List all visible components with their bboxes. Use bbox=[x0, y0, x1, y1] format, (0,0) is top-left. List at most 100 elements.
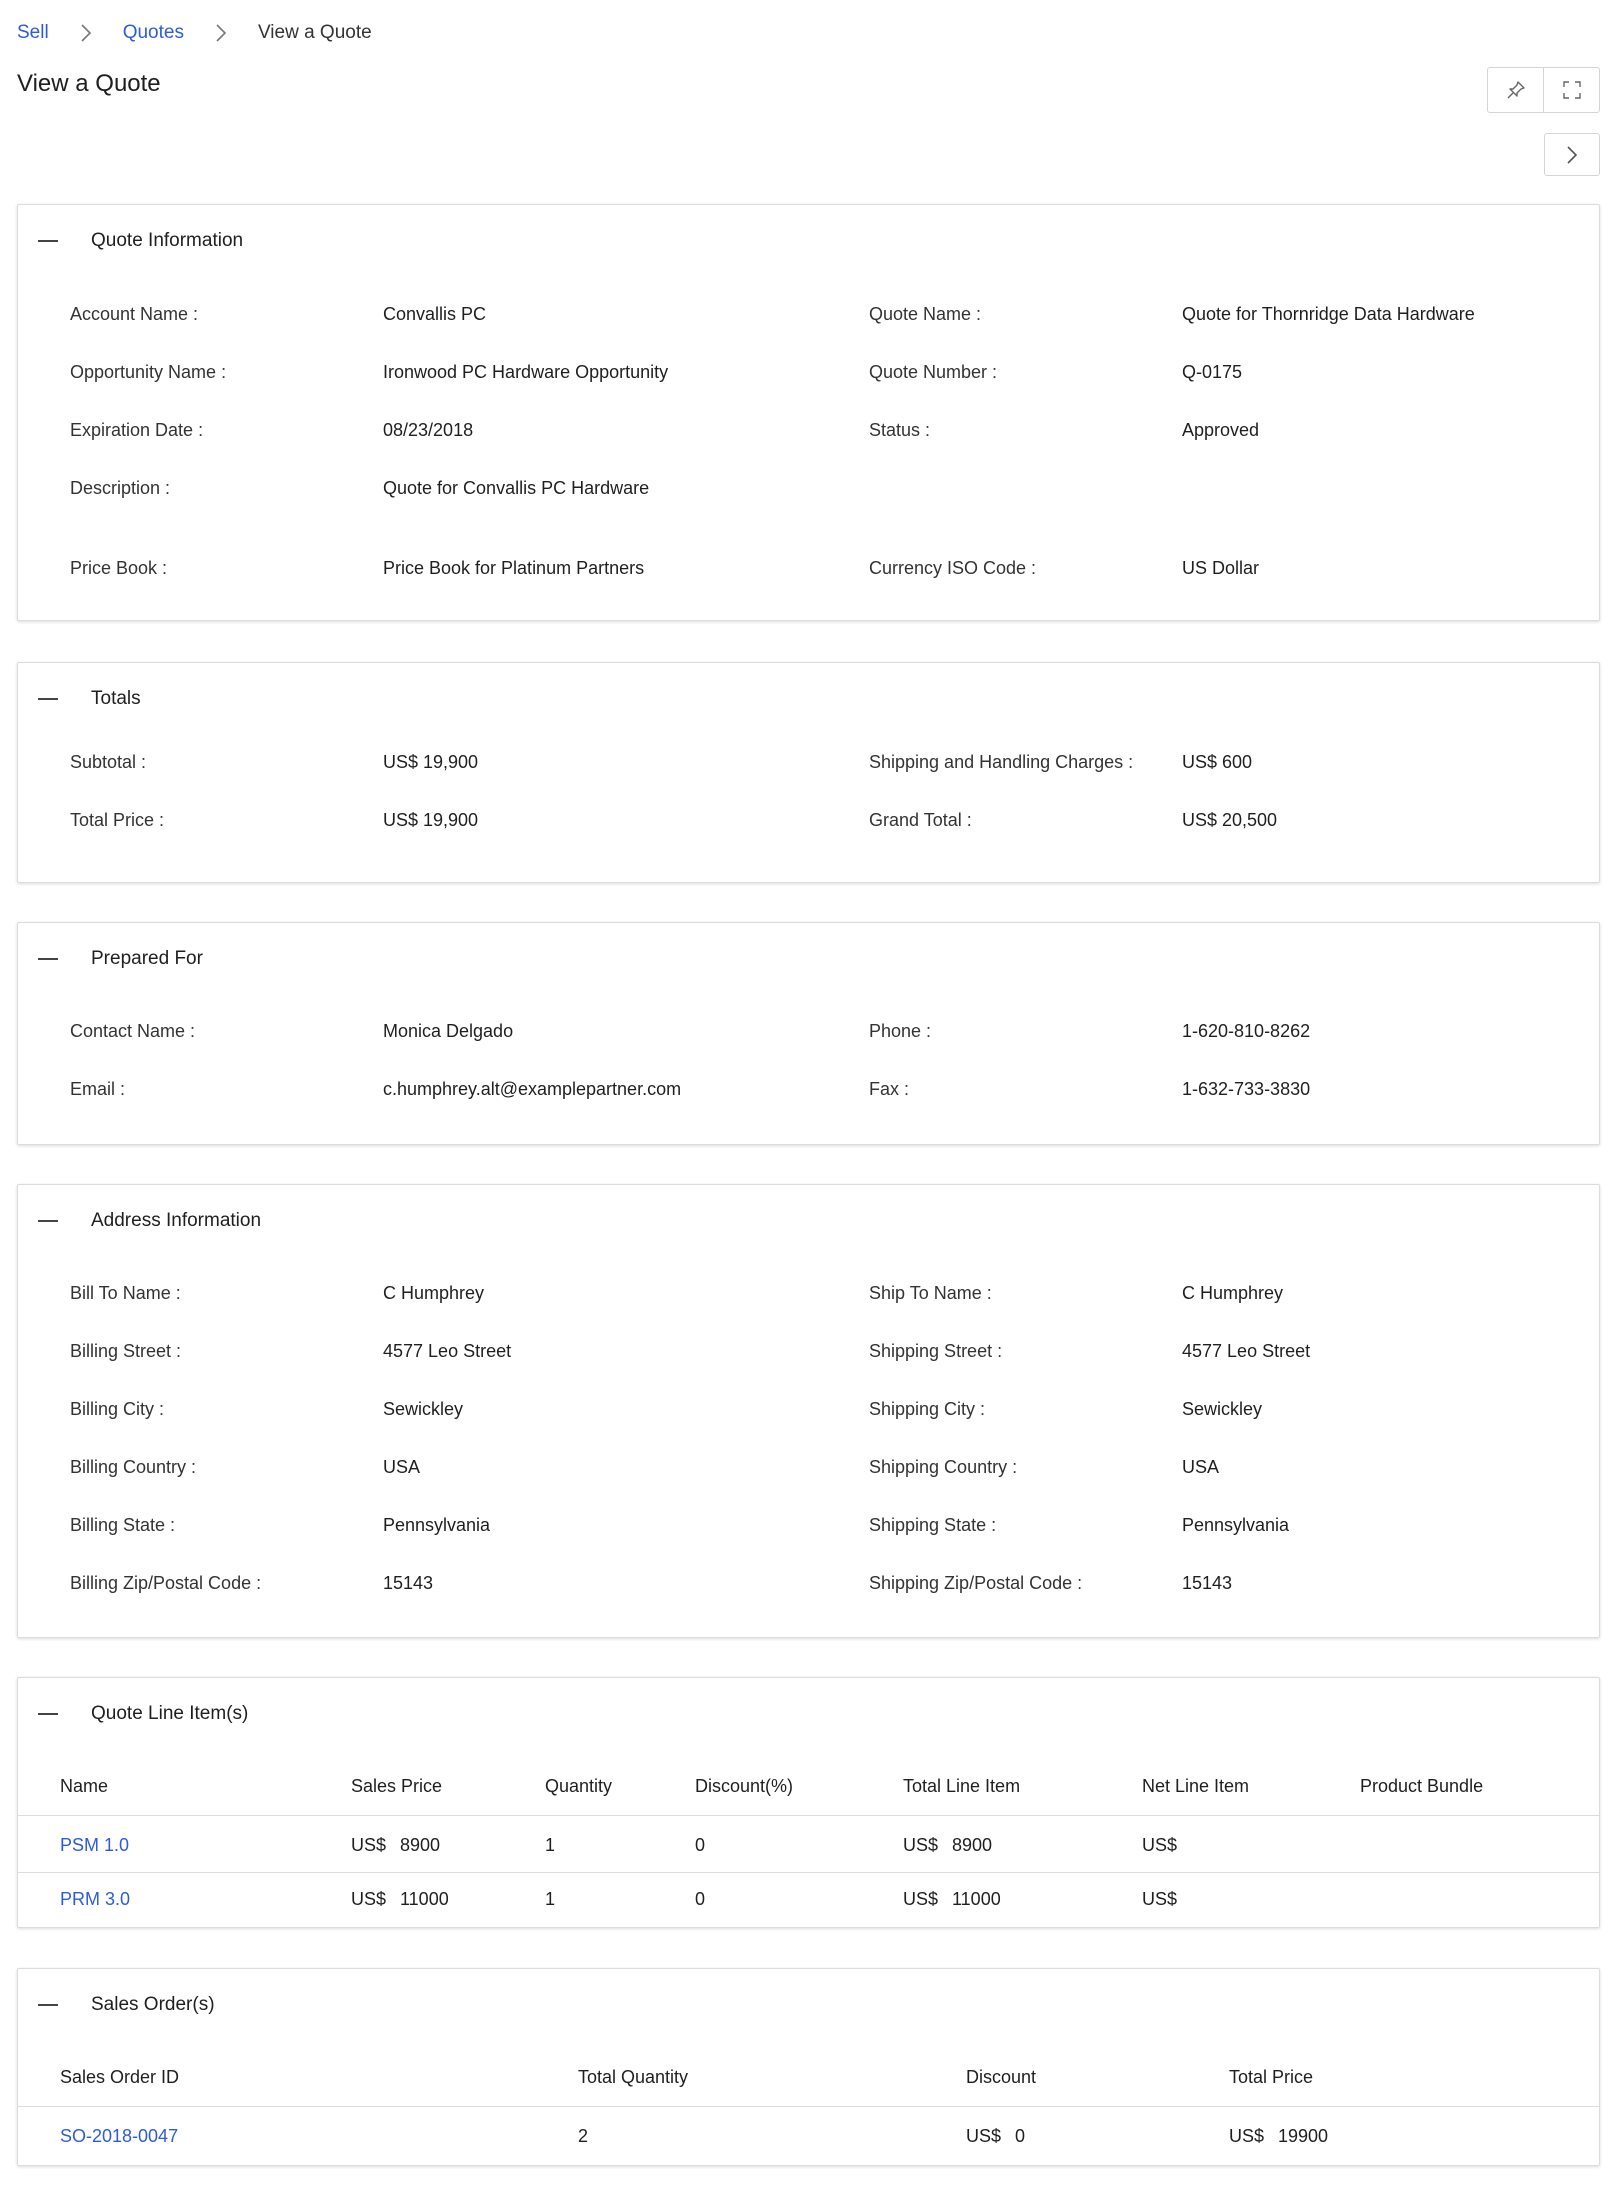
billing-city-label: Billing City : bbox=[70, 1399, 165, 1419]
column-header-total-quantity[interactable]: Total Quantity bbox=[578, 2062, 688, 2092]
quote-line-items-header[interactable]: Quote Line Item(s) bbox=[18, 1678, 248, 1750]
totals-header[interactable]: Totals bbox=[18, 663, 141, 735]
totals-card: Totals Subtotal : US$ 19,900 Shipping an… bbox=[17, 662, 1600, 883]
price-book-link[interactable]: Price Book for Platinum Partners bbox=[383, 553, 644, 583]
net-line-item-currency: US$ bbox=[1142, 1889, 1178, 1909]
billing-country-value: USA bbox=[383, 1457, 421, 1477]
column-header-total-price[interactable]: Total Price bbox=[1229, 2062, 1313, 2092]
billing-country-label: Billing Country : bbox=[70, 1457, 197, 1477]
total-price-value: US$ 19,900 bbox=[383, 810, 479, 830]
total-line-item-currency: US$ bbox=[903, 1889, 939, 1909]
breadcrumb-sell[interactable]: Sell bbox=[17, 22, 49, 44]
minus-icon[interactable] bbox=[38, 1713, 58, 1715]
chevron-right-icon bbox=[204, 18, 238, 48]
quote-number-label: Quote Number : bbox=[869, 362, 998, 382]
sales-orders-header[interactable]: Sales Order(s) bbox=[18, 1969, 215, 2041]
address-information-header[interactable]: Address Information bbox=[18, 1185, 261, 1257]
discount-value: 0 bbox=[695, 1835, 706, 1855]
discount-currency: US$ bbox=[966, 2126, 1002, 2146]
quantity-value: 1 bbox=[545, 1889, 556, 1909]
divider bbox=[18, 1872, 1599, 1873]
column-header-sales-price[interactable]: Sales Price bbox=[351, 1771, 442, 1801]
field-row: Billing City : Sewickley Shipping City :… bbox=[18, 1394, 1599, 1424]
shipping-state-value: Pennsylvania bbox=[1182, 1515, 1290, 1535]
product-name-link[interactable]: PRM 3.0 bbox=[60, 1884, 130, 1914]
pin-icon bbox=[1507, 81, 1525, 99]
product-name-link[interactable]: PSM 1.0 bbox=[60, 1830, 129, 1860]
field-row: Total Price : US$ 19,900 Grand Total : U… bbox=[18, 805, 1599, 835]
total-price-label: Total Price : bbox=[70, 810, 165, 830]
minus-icon[interactable] bbox=[38, 958, 58, 960]
sales-orders-card: Sales Order(s) Sales Order ID Total Quan… bbox=[17, 1968, 1600, 2166]
opportunity-link[interactable]: Ironwood PC Hardware Opportunity bbox=[383, 357, 668, 387]
fax-label: Fax : bbox=[869, 1079, 910, 1099]
field-row: Subtotal : US$ 19,900 Shipping and Handl… bbox=[18, 747, 1599, 777]
account-name-label: Account Name : bbox=[70, 304, 199, 324]
field-row: Bill To Name : C Humphrey Ship To Name :… bbox=[18, 1278, 1599, 1308]
total-quantity-value: 2 bbox=[578, 2126, 589, 2146]
table-row: PRM 3.0 US$ 11000 1 0 US$ 11000 US$ bbox=[18, 1884, 1599, 1914]
field-row: Billing Zip/Postal Code : 15143 Shipping… bbox=[18, 1568, 1599, 1598]
total-line-item-value: 11000 bbox=[952, 1889, 1001, 1909]
field-row: Description : Quote for Convallis PC Har… bbox=[18, 473, 1599, 503]
breadcrumb: Sell Quotes View a Quote bbox=[17, 18, 372, 48]
opportunity-label: Opportunity Name : bbox=[70, 362, 227, 382]
shipping-state-label: Shipping State : bbox=[869, 1515, 997, 1535]
email-value: c.humphrey.alt@examplepartner.com bbox=[383, 1079, 682, 1099]
chevron-right-icon bbox=[1567, 145, 1578, 164]
page-title: View a Quote bbox=[17, 70, 161, 97]
sales-price-value: 8900 bbox=[400, 1835, 441, 1855]
section-title: Prepared For bbox=[91, 948, 203, 969]
ship-to-name-label: Ship To Name : bbox=[869, 1283, 992, 1303]
status-value: Approved bbox=[1182, 420, 1260, 440]
prepared-for-card: Prepared For Contact Name : Monica Delga… bbox=[17, 922, 1600, 1145]
sales-price-value: 11000 bbox=[400, 1889, 449, 1909]
quote-information-header[interactable]: Quote Information bbox=[18, 205, 243, 277]
column-header-total-line-item[interactable]: Total Line Item bbox=[903, 1771, 1020, 1801]
column-header-name[interactable]: Name bbox=[60, 1771, 108, 1801]
field-row: Contact Name : Monica Delgado Phone : 1-… bbox=[18, 1016, 1599, 1046]
sales-order-id-link[interactable]: SO-2018-0047 bbox=[60, 2121, 178, 2151]
prepared-for-header[interactable]: Prepared For bbox=[18, 923, 203, 995]
column-header-sales-order-id[interactable]: Sales Order ID bbox=[60, 2062, 179, 2092]
column-header-product-bundle[interactable]: Product Bundle bbox=[1360, 1771, 1483, 1801]
table-row: PSM 1.0 US$ 8900 1 0 US$ 8900 US$ bbox=[18, 1830, 1599, 1860]
billing-street-value: 4577 Leo Street bbox=[383, 1341, 512, 1361]
account-name-link[interactable]: Convallis PC bbox=[383, 299, 486, 329]
shipping-city-value: Sewickley bbox=[1182, 1399, 1263, 1419]
minus-icon[interactable] bbox=[38, 1220, 58, 1222]
toolbar bbox=[1487, 67, 1600, 113]
email-label: Email : bbox=[70, 1079, 126, 1099]
minus-icon[interactable] bbox=[38, 2004, 58, 2006]
column-header-discount[interactable]: Discount bbox=[966, 2062, 1036, 2092]
minus-icon[interactable] bbox=[38, 698, 58, 700]
fullscreen-button[interactable] bbox=[1543, 68, 1599, 112]
quote-information-card: Quote Information Account Name : Convall… bbox=[17, 204, 1600, 621]
quantity-value: 1 bbox=[545, 1835, 556, 1855]
field-row: Email : c.humphrey.alt@examplepartner.co… bbox=[18, 1074, 1599, 1104]
grand-total-value: US$ 20,500 bbox=[1182, 810, 1278, 830]
field-row: Opportunity Name : Ironwood PC Hardware … bbox=[18, 357, 1599, 387]
field-row: Billing Street : 4577 Leo Street Shippin… bbox=[18, 1336, 1599, 1366]
total-line-item-value: 8900 bbox=[952, 1835, 993, 1855]
next-button[interactable] bbox=[1544, 133, 1600, 176]
discount-value: 0 bbox=[695, 1889, 706, 1909]
subtotal-value: US$ 19,900 bbox=[383, 752, 479, 772]
ship-to-name-value: C Humphrey bbox=[1182, 1283, 1284, 1303]
column-header-discount[interactable]: Discount(%) bbox=[695, 1771, 793, 1801]
contact-link[interactable]: Monica Delgado bbox=[383, 1016, 513, 1046]
shipping-street-label: Shipping Street : bbox=[869, 1341, 1003, 1361]
minus-icon[interactable] bbox=[38, 240, 58, 242]
price-book-label: Price Book : bbox=[70, 558, 168, 578]
column-header-net-line-item[interactable]: Net Line Item bbox=[1142, 1771, 1249, 1801]
total-price-currency: US$ bbox=[1229, 2126, 1265, 2146]
breadcrumb-quotes[interactable]: Quotes bbox=[123, 22, 184, 44]
column-header-quantity[interactable]: Quantity bbox=[545, 1771, 612, 1801]
contact-label: Contact Name : bbox=[70, 1021, 196, 1041]
sales-price-currency: US$ bbox=[351, 1835, 387, 1855]
pin-button[interactable] bbox=[1488, 68, 1543, 112]
currency-label: Currency ISO Code : bbox=[869, 558, 1037, 578]
quote-name-value: Quote for Thornridge Data Hardware bbox=[1182, 304, 1475, 324]
quote-number-value: Q-0175 bbox=[1182, 362, 1243, 382]
field-row: Account Name : Convallis PC Quote Name :… bbox=[18, 299, 1599, 329]
